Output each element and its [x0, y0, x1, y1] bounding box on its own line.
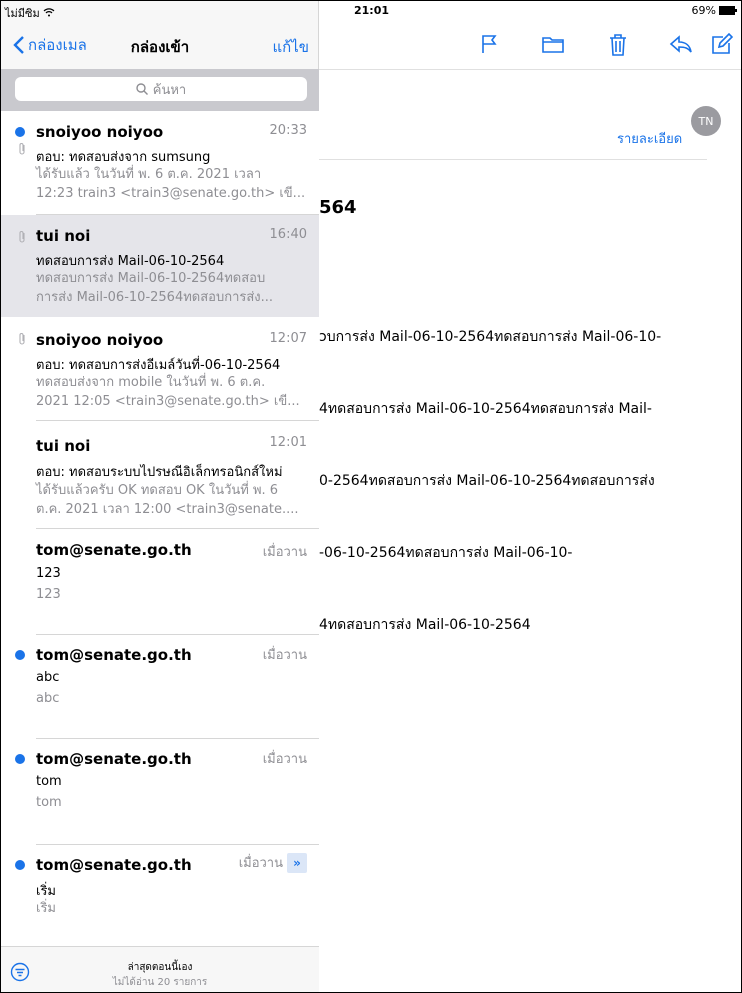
sender-avatar: TN: [691, 106, 721, 136]
sender-name: tui noi: [36, 437, 91, 455]
message-preview: ทดสอบส่งจาก mobile ในวันที่ พ. 6 ต.ค. 20…: [36, 373, 308, 411]
body-line: 4ทดสอบการส่ง Mail-06-10-2564ทดสอบการส่ง …: [319, 401, 652, 417]
message-time: เมื่อวาน: [262, 752, 307, 767]
edit-button[interactable]: แก้ไข: [272, 35, 309, 59]
message-preview: ได้รับแล้วครับ OK ทดสอบ OK ในวันที่ พ. 6…: [36, 481, 308, 519]
sender-name: snoiyoo noiyoo: [36, 123, 164, 141]
search-input[interactable]: ค้นหา: [15, 77, 307, 101]
flag-icon[interactable]: [479, 33, 501, 59]
details-link[interactable]: รายละเอียด: [617, 128, 682, 149]
body-line: ɔบการส่ง Mail-06-10-2564ทดสอบการส่ง Mail…: [319, 329, 662, 345]
carrier-label: ไม่มีซิม: [5, 4, 55, 22]
body-line: 4ทดสอบการส่ง Mail-06-10-2564: [319, 617, 531, 633]
attachment-icon: [17, 141, 27, 160]
preview-line: การส่ง Mail-06-10-2564ทดสอบการส่ง...: [36, 290, 274, 305]
attachment-icon: [17, 331, 27, 350]
preview-line: 2021 12:05 <train3@senate.go.th> เขี...: [36, 394, 300, 409]
ipad-screen: TN รายละเอียด 564 ɔบการส่ง Mail-06-10-25…: [0, 0, 742, 993]
body-line: -06-10-2564ทดสอบการส่ง Mail-06-10-: [319, 545, 573, 561]
message-row[interactable]: snoiyoo noiyoo 12:07 ตอบ: ทดสอบการส่งอีเ…: [1, 317, 319, 421]
sender-name: tui noi: [36, 227, 91, 245]
trash-icon[interactable]: [607, 33, 629, 61]
unread-dot: [15, 860, 25, 870]
attachment-icon: [17, 229, 27, 248]
battery-percent: 69%: [691, 4, 716, 17]
message-subject: 123: [36, 566, 61, 581]
preview-line: ต.ค. 2021 เวลา 12:00 <train3@senate....: [36, 502, 299, 517]
preview-line: 123: [36, 587, 61, 602]
message-row[interactable]: tom@senate.go.th เมื่อวาน abc abc: [1, 635, 319, 739]
message-row[interactable]: tom@senate.go.th เมื่อวาน 123 123: [1, 529, 319, 635]
sender-name: tom@senate.go.th: [36, 750, 192, 768]
message-subject: เริ่ม: [36, 884, 56, 899]
message-preview: ได้รับแล้ว ในวันที่ พ. 6 ต.ค. 2021 เวลา …: [36, 165, 308, 203]
message-time: 12:07: [269, 331, 307, 346]
mailbox-footer: ล่าสุดตอนนี้เอง ไม่ได้อ่าน 20 รายการ: [1, 946, 319, 992]
sender-name: tom@senate.go.th: [36, 541, 192, 559]
body-line: 0-2564ทดสอบการส่ง Mail-06-10-2564ทดสอบกา…: [319, 473, 655, 489]
message-preview: เริ่ม: [36, 899, 308, 918]
preview-line: ได้รับแล้ว ในวันที่ พ. 6 ต.ค. 2021 เวลา: [36, 167, 262, 182]
unread-dot: [15, 754, 25, 764]
mailbox-navbar: กล่องเมล กล่องเข้า แก้ไข: [1, 21, 319, 69]
message-row[interactable]: tui noi 12:01 ตอบ: ทดสอบระบบไปรษณีอิเล็ก…: [1, 421, 319, 529]
unread-count: ไม่ได้อ่าน 20 รายการ: [112, 977, 208, 988]
message-subject: ตอบ: ทดสอบส่งจาก sumsung: [36, 150, 211, 165]
message-preview: 123: [36, 585, 308, 604]
message-time: เมื่อวาน: [262, 545, 307, 560]
message-time: เมื่อวาน: [238, 856, 283, 871]
message-subject: ตอบ: ทดสอบการส่งอีเมล์วันที่-06-10-2564: [36, 358, 281, 373]
thread-arrow-icon[interactable]: »: [287, 852, 307, 873]
message-row[interactable]: tom@senate.go.th เมื่อวาน » เริ่ม เริ่ม: [1, 845, 319, 946]
preview-line: ได้รับแล้วครับ OK ทดสอบ OK ในวันที่ พ. 6: [36, 483, 279, 498]
battery-icon: [719, 6, 737, 15]
unread-dot: [15, 650, 25, 660]
compose-icon[interactable]: [711, 32, 734, 59]
page-title: กล่องเข้า: [130, 38, 190, 56]
preview-line: tom: [36, 795, 62, 810]
message-time: 12:01: [269, 435, 307, 450]
message-preview: abc: [36, 689, 308, 708]
message-subject: tom: [36, 774, 62, 789]
message-time-container: เมื่อวาน »: [239, 852, 307, 873]
message-time: 16:40: [269, 227, 307, 242]
message-body: ɔบการส่ง Mail-06-10-2564ทดสอบการส่ง Mail…: [319, 277, 661, 685]
mailbox-pane: กล่องเมล กล่องเข้า แก้ไข ค้นหา snoiyoo n…: [1, 1, 319, 992]
preview-line: 12:23 train3 <train3@senate.go.th> เขี..…: [36, 186, 306, 201]
message-list: snoiyoo noiyoo 20:33 ตอบ: ทดสอบส่งจาก su…: [1, 111, 319, 946]
preview-line: เริ่ม: [36, 901, 56, 916]
header-divider: [319, 159, 707, 160]
message-time: เมื่อวาน: [262, 648, 307, 663]
clock: 21:01: [354, 4, 390, 17]
message-subject: 564: [319, 197, 357, 218]
message-subject: ทดสอบการส่ง Mail-06-10-2564: [36, 254, 225, 269]
reply-icon[interactable]: [669, 33, 693, 59]
message-subject: abc: [36, 670, 60, 685]
message-time: 20:33: [269, 123, 307, 138]
updated-status: ล่าสุดตอนนี้เอง: [127, 962, 193, 973]
sender-name: snoiyoo noiyoo: [36, 331, 164, 349]
folder-icon[interactable]: [541, 33, 565, 59]
status-bar: ไม่มีซิม 21:01 69%: [1, 1, 741, 21]
message-detail-pane: TN รายละเอียด 564 ɔบการส่ง Mail-06-10-25…: [319, 1, 741, 992]
search-icon: [136, 83, 148, 95]
unread-dot: [15, 127, 25, 137]
search-placeholder: ค้นหา: [152, 82, 187, 98]
battery-status: 69%: [691, 4, 737, 17]
message-preview: tom: [36, 793, 308, 812]
preview-line: ทดสอบส่งจาก mobile ในวันที่ พ. 6 ต.ค.: [36, 375, 266, 390]
detail-toolbar: [319, 21, 741, 70]
preview-line: abc: [36, 691, 60, 706]
search-bar: ค้นหา: [1, 69, 319, 111]
message-row-selected[interactable]: tui noi 16:40 ทดสอบการส่ง Mail-06-10-256…: [1, 215, 319, 317]
carrier-text: ไม่มีซิม: [5, 7, 40, 20]
sender-name: tom@senate.go.th: [36, 856, 192, 874]
message-preview: ทดสอบการส่ง Mail-06-10-2564ทดสอบ การส่ง …: [36, 269, 308, 307]
preview-line: ทดสอบการส่ง Mail-06-10-2564ทดสอบ: [36, 271, 266, 286]
message-row[interactable]: snoiyoo noiyoo 20:33 ตอบ: ทดสอบส่งจาก su…: [1, 111, 319, 215]
wifi-icon: [43, 8, 55, 17]
message-row[interactable]: tom@senate.go.th เมื่อวาน tom tom: [1, 739, 319, 845]
sender-name: tom@senate.go.th: [36, 646, 192, 664]
message-subject: ตอบ: ทดสอบระบบไปรษณีอิเล็กทรอนิกส์ใหม่: [36, 465, 283, 480]
